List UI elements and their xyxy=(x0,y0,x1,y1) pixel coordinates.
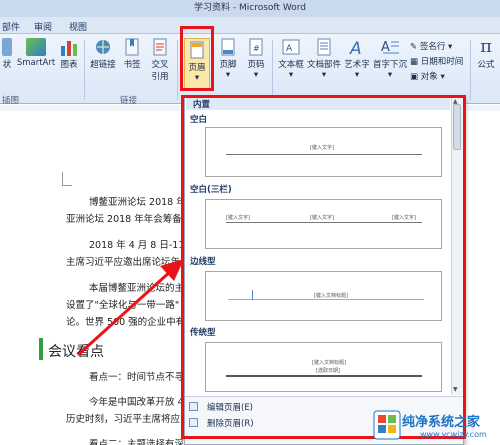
watermark-name: 纯净系统之家 xyxy=(402,415,481,430)
highlight-header-button-outline xyxy=(180,26,214,91)
watermark-url: www.ycwjzy.com xyxy=(420,430,487,439)
highlight-gallery-outline xyxy=(181,95,466,439)
